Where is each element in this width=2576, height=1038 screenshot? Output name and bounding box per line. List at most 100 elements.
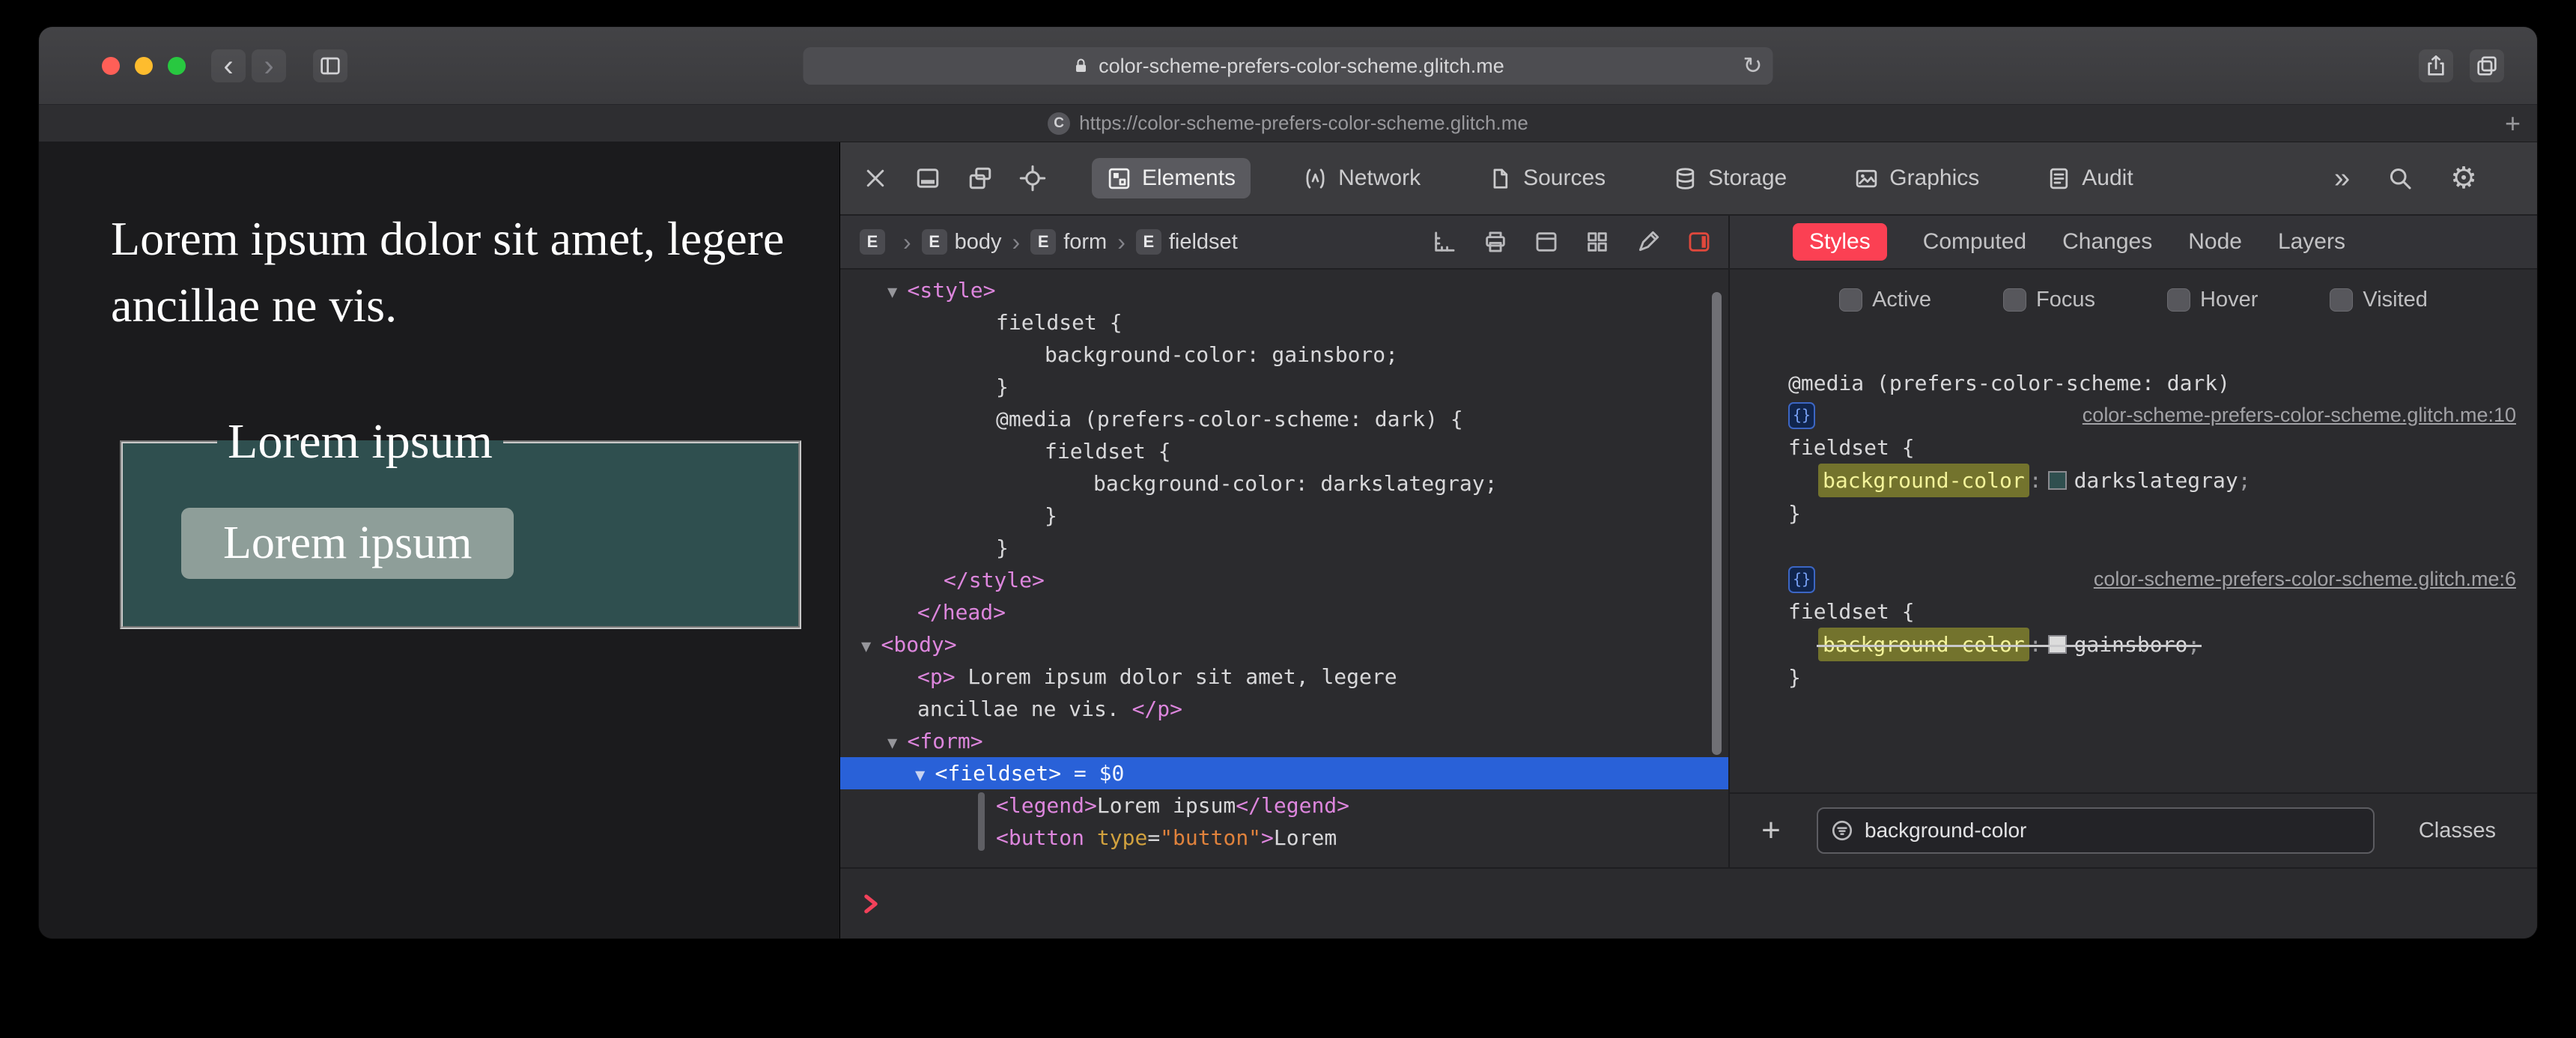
focus-checkbox[interactable] [2003, 288, 2027, 312]
print-styles-button[interactable] [1480, 226, 1511, 258]
page-button[interactable]: Lorem ipsum [181, 508, 514, 579]
sidebar-toggle-button[interactable] [313, 49, 347, 82]
dom-tree-line[interactable]: ancillae ne vis. </p> [840, 693, 1728, 725]
filter-icon [1830, 819, 1854, 843]
undock-button[interactable] [963, 161, 997, 195]
css-property-value[interactable]: gainsboro [2074, 628, 2188, 661]
dom-tree-line[interactable]: <button type="button">Lorem [840, 822, 1728, 854]
toggle-visited[interactable]: Visited [2330, 288, 2428, 312]
settings-button[interactable]: ⚙ [2450, 161, 2477, 195]
tab-layers[interactable]: Layers [2278, 229, 2345, 255]
rule-close-brace: } [1788, 501, 1801, 526]
rule-source-icon[interactable]: {} [1788, 565, 1815, 593]
rule-selector[interactable]: fieldset { [1788, 431, 2516, 464]
rulers-button[interactable] [1429, 226, 1460, 258]
visited-checkbox[interactable] [2330, 288, 2354, 312]
ruler-icon [1432, 229, 1457, 255]
crosshair-icon [1019, 165, 1046, 192]
page-fieldset: Lorem ipsum Lorem ipsum [120, 413, 801, 629]
active-checkbox[interactable] [1839, 288, 1863, 312]
breadcrumb-item-form[interactable]: Eform [1030, 229, 1107, 255]
address-bar[interactable]: color-scheme-prefers-color-scheme.glitch… [803, 47, 1773, 85]
dom-tree-line[interactable]: ▼ <body> [840, 628, 1728, 661]
dom-tree-line[interactable]: ▼ <form> [840, 725, 1728, 757]
filter-input[interactable]: background-color [1817, 807, 2375, 854]
tab-storage[interactable]: Storage [1658, 158, 1802, 198]
grid-overlay-button[interactable] [1582, 226, 1613, 258]
toggle-focus[interactable]: Focus [2003, 288, 2095, 312]
css-property-name[interactable]: background-color [1818, 628, 2029, 661]
dom-tree-line[interactable]: <legend>Lorem ipsum</legend> [840, 789, 1728, 822]
search-button[interactable] [2383, 161, 2417, 195]
hover-checkbox[interactable] [2167, 288, 2191, 312]
breadcrumb-item-fieldset[interactable]: Efieldset [1135, 229, 1238, 255]
dom-tree-line[interactable]: } [840, 371, 1728, 403]
rule-selector[interactable]: fieldset { [1788, 595, 2516, 628]
color-swatch[interactable] [2047, 635, 2067, 654]
page-paragraph: Lorem ipsum dolor sit amet, legere ancil… [111, 212, 785, 332]
dom-tree-line[interactable]: } [840, 532, 1728, 564]
css-property-value[interactable]: darkslategray [2074, 464, 2238, 497]
inspect-element-button[interactable] [1015, 161, 1050, 195]
tab-graphics[interactable]: Graphics [1839, 158, 1994, 198]
dom-tree-selected-node[interactable]: ▼ <fieldset> = $0 [840, 757, 1728, 789]
dom-tree-line[interactable]: @media (prefers-color-scheme: dark) { [840, 403, 1728, 435]
inspector-tab-bar: Elements Network Sources Storage Graphic… [1092, 158, 2148, 198]
dom-tree-line[interactable]: </style> [840, 564, 1728, 596]
forward-button[interactable]: › [252, 49, 286, 82]
rule-source-link[interactable]: color-scheme-prefers-color-scheme.glitch… [2083, 399, 2516, 431]
element-badge: E [860, 229, 885, 255]
window-content: Lorem ipsum dolor sit amet, legere ancil… [39, 142, 2537, 938]
quick-console[interactable] [840, 867, 2537, 938]
tab-elements[interactable]: Elements [1092, 158, 1251, 198]
dom-tree-line[interactable]: background-color: gainsboro; [840, 339, 1728, 371]
new-rule-button[interactable]: + [1752, 812, 1790, 849]
dom-tree-line[interactable]: background-color: darkslategray; [840, 467, 1728, 500]
tab-changes[interactable]: Changes [2062, 229, 2152, 255]
color-swatch[interactable] [2047, 471, 2067, 490]
element-overlays-button[interactable] [1683, 226, 1715, 258]
rule-close-brace: } [1788, 665, 1801, 690]
forward-icon: › [264, 49, 274, 82]
rule-source-link[interactable]: color-scheme-prefers-color-scheme.glitch… [2094, 563, 2516, 595]
frames-button[interactable] [1531, 226, 1562, 258]
toggle-active[interactable]: Active [1839, 288, 1931, 312]
new-tab-button[interactable]: + [2505, 108, 2521, 139]
tab-network[interactable]: Network [1288, 158, 1436, 198]
dom-tree-line[interactable]: fieldset { [840, 435, 1728, 467]
close-window-button[interactable] [102, 56, 120, 75]
css-property-name[interactable]: background-color [1818, 464, 2029, 497]
tab-sources[interactable]: Sources [1473, 158, 1620, 198]
edit-dom-button[interactable] [1632, 226, 1664, 258]
overflow-tabs-button[interactable]: » [2334, 163, 2350, 195]
browser-tab[interactable]: C https://color-scheme-prefers-color-sch… [1048, 112, 1528, 135]
tab-audit[interactable]: Audit [2032, 158, 2148, 198]
share-button[interactable] [2419, 49, 2453, 82]
graphics-icon [1854, 166, 1879, 191]
close-inspector-button[interactable] [858, 161, 893, 195]
dom-tree-scrollbar[interactable] [1712, 292, 1722, 755]
elements-icon [1107, 166, 1131, 191]
rule-source-icon[interactable]: {} [1788, 401, 1815, 429]
zoom-window-button[interactable] [168, 56, 186, 75]
breadcrumb-item-body[interactable]: Ebody [921, 229, 1002, 255]
toggle-hover[interactable]: Hover [2167, 288, 2258, 312]
dom-tree-line[interactable]: fieldset { [840, 306, 1728, 339]
tab-styles[interactable]: Styles [1793, 223, 1887, 261]
web-inspector: Elements Network Sources Storage Graphic… [840, 142, 2537, 938]
css-rule-dark: {} color-scheme-prefers-color-scheme.gli… [1788, 399, 2516, 529]
dom-tree-line[interactable]: <p> Lorem ipsum dolor sit amet, legere [840, 661, 1728, 693]
minimize-window-button[interactable] [135, 56, 153, 75]
dom-tree-line[interactable]: </head> [840, 596, 1728, 628]
tab-node[interactable]: Node [2188, 229, 2242, 255]
classes-button[interactable]: Classes [2419, 819, 2496, 843]
dom-tree-line[interactable]: } [840, 500, 1728, 532]
breadcrumb-item-html[interactable]: E [860, 229, 893, 255]
dock-to-bottom-button[interactable] [911, 161, 945, 195]
dom-tree-line[interactable]: ▼ <style> [840, 274, 1728, 306]
tab-overview-icon [2475, 54, 2499, 78]
tab-overview-button[interactable] [2470, 49, 2504, 82]
back-button[interactable]: ‹ [211, 49, 246, 82]
tab-computed[interactable]: Computed [1923, 229, 2026, 255]
reload-icon[interactable]: ↻ [1743, 52, 1763, 79]
